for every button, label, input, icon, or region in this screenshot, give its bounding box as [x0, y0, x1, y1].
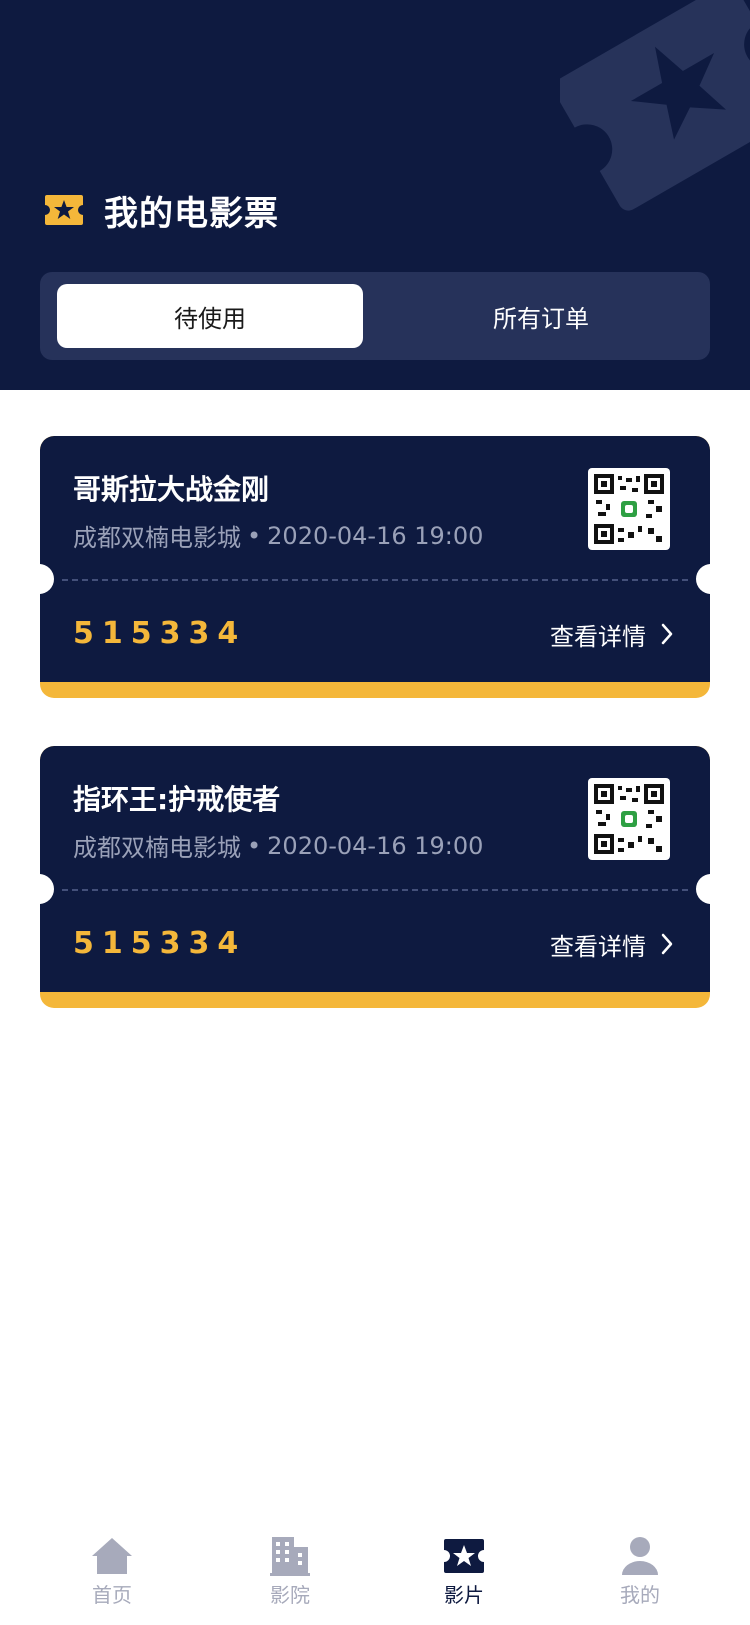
nav-item-cinema[interactable]: 影院	[230, 1535, 350, 1615]
view-details-label: 查看详情	[550, 622, 646, 651]
ticket-meta: 成都双楠电影城 • 2020-04-16 19:00	[73, 518, 483, 553]
ticket-body: 指环王:护戒使者 成都双楠电影城 • 2020-04-16 19:00 5153…	[40, 746, 710, 992]
nav-label-home: 首页	[92, 1583, 132, 1607]
tab-all-orders[interactable]: 所有订单	[388, 284, 694, 348]
nav-item-home[interactable]: 首页	[52, 1535, 172, 1615]
header: 我的电影票 待使用 所有订单	[0, 0, 750, 390]
qr-code-icon[interactable]	[588, 778, 670, 860]
qr-code-icon[interactable]	[588, 468, 670, 550]
ticket-code: 515334	[73, 926, 247, 961]
ticket-meta: 成都双楠电影城 • 2020-04-16 19:00	[73, 828, 483, 863]
user-icon	[622, 1537, 658, 1575]
ticket-card[interactable]: 指环王:护戒使者 成都双楠电影城 • 2020-04-16 19:00 5153…	[40, 746, 710, 1008]
nav-label-cinema: 影院	[270, 1583, 310, 1607]
view-details-link[interactable]: 查看详情	[550, 616, 674, 652]
ticket-body: 哥斯拉大战金刚 成都双楠电影城 • 2020-04-16 19:00 51533…	[40, 436, 710, 682]
page-title: 我的电影票	[104, 193, 279, 234]
chevron-right-icon	[661, 623, 673, 645]
cinema-name: 成都双楠电影城	[73, 524, 241, 552]
cinema-name: 成都双楠电影城	[73, 834, 241, 862]
movie-ticket-icon	[444, 1539, 484, 1573]
showtime: 2020-04-16 19:00	[267, 521, 484, 550]
nav-label-movies: 影片	[444, 1583, 484, 1607]
bottom-nav: 首页 影院 影片 我的	[0, 1525, 750, 1625]
tab-pending[interactable]: 待使用	[57, 284, 363, 348]
home-icon	[92, 1538, 132, 1574]
ticket-star-icon	[45, 195, 83, 225]
building-icon	[270, 1537, 310, 1576]
nav-label-profile: 我的	[620, 1583, 660, 1607]
ticket-divider	[62, 579, 688, 581]
meta-separator: •	[247, 521, 262, 550]
chevron-right-icon	[661, 933, 673, 955]
ticket-card[interactable]: 哥斯拉大战金刚 成都双楠电影城 • 2020-04-16 19:00 51533…	[40, 436, 710, 698]
tab-bar: 待使用 所有订单	[40, 272, 710, 360]
nav-item-movies[interactable]: 影片	[404, 1535, 524, 1615]
movie-title: 指环王:护戒使者	[73, 783, 281, 816]
ticket-decoration-icon	[560, 0, 750, 211]
ticket-code: 515334	[73, 616, 247, 651]
page-title-row: 我的电影票	[44, 182, 279, 238]
view-details-label: 查看详情	[550, 932, 646, 961]
view-details-link[interactable]: 查看详情	[550, 926, 674, 962]
nav-item-profile[interactable]: 我的	[580, 1535, 700, 1615]
showtime: 2020-04-16 19:00	[267, 831, 484, 860]
movie-title: 哥斯拉大战金刚	[73, 473, 270, 506]
ticket-divider	[62, 889, 688, 891]
meta-separator: •	[247, 831, 262, 860]
